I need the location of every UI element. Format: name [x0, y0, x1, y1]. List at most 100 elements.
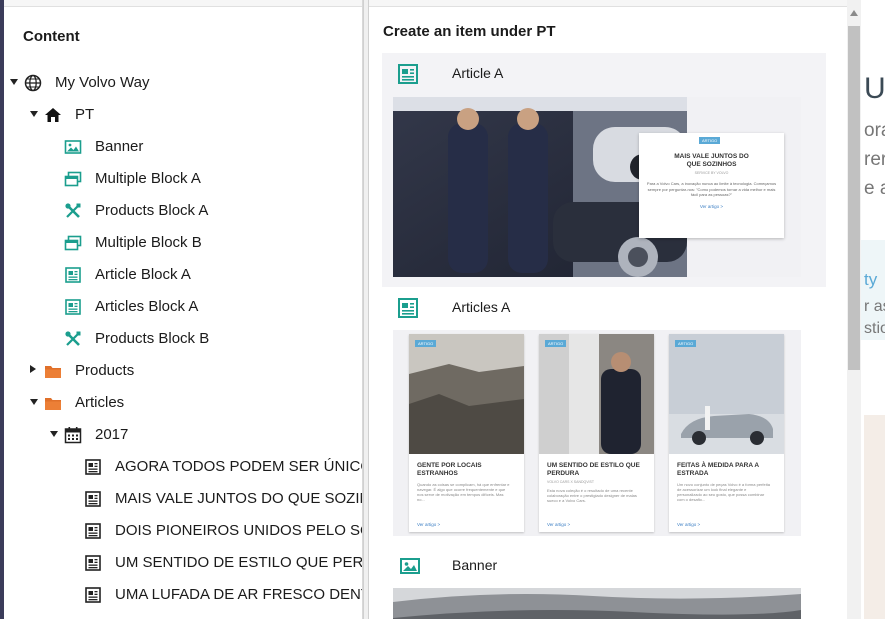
tree-node-label: PT [75, 106, 95, 123]
insert-option-label: Banner [452, 557, 498, 573]
banner-photo [393, 588, 801, 619]
tree-node-products[interactable]: Products [0, 355, 362, 387]
multi-block-icon [64, 235, 82, 251]
tree-node-label: Products [75, 362, 135, 379]
calendar-icon [64, 427, 82, 444]
scrollbar-thumb[interactable] [848, 26, 860, 370]
news-icon [85, 587, 101, 603]
article-tag: ARTIGO [699, 137, 721, 144]
article-tag: ARTIGO [545, 340, 567, 347]
multi-block-icon [64, 171, 82, 187]
article-card-subtitle: SERVICE BY VOLVO [694, 171, 729, 175]
article-tag: ARTIGO [415, 340, 437, 347]
tree-node-products-block-b[interactable]: Products Block B [0, 323, 362, 355]
articles-a-preview: ARTIGO GENTE POR LOCAIS ESTRANHOS Quando… [393, 330, 801, 536]
tree-node-agora-todos-podem-ser-nicos[interactable]: AGORA TODOS PODEM SER ÚNICOS [0, 451, 363, 483]
home-icon [45, 108, 61, 122]
article-card-title: MAIS VALE JUNTOS DO QUE SOZINHOS [674, 153, 749, 168]
article-icon [398, 64, 418, 84]
collapse-caret-icon[interactable] [30, 399, 38, 405]
news-icon [85, 555, 101, 571]
article-card-link: Ver artigo > [677, 522, 701, 527]
article-card-title: GENTE POR LOCAIS ESTRANHOS [417, 462, 482, 477]
article-card: ARTIGO UM SENTIDO DE ESTILO QUE PERDURA … [539, 334, 654, 532]
collapse-caret-icon[interactable] [50, 431, 58, 437]
tools-icon [65, 203, 81, 218]
tree-node-label: Articles Block A [95, 298, 199, 315]
tree-node-label: Products Block A [95, 202, 209, 219]
content-heading: Content [23, 28, 80, 45]
article-icon [65, 267, 81, 283]
collapse-caret-icon[interactable] [10, 79, 18, 85]
background-text-fragment: rerv [864, 149, 885, 170]
tree-node-uma-lufada-de-ar-fresco-dentro[interactable]: UMA LUFADA DE AR FRESCO DENTRO [0, 579, 362, 611]
article-card-body: Quando as coisas se complicam, há que en… [417, 482, 510, 502]
tree-node-label: Article Block A [95, 266, 191, 283]
article-card: ARTIGO FEITAS À MEDIDA PARA A ESTRADA Um… [669, 334, 784, 532]
scroll-up-icon[interactable] [850, 10, 858, 16]
tree-node-multiple-block-a[interactable]: Multiple Block A [0, 163, 362, 195]
insert-option-header: Banner [382, 545, 826, 585]
tree-node-label: Multiple Block B [95, 234, 202, 251]
article-icon [398, 298, 418, 318]
globe-icon [24, 74, 42, 92]
background-page-edge: U ora rerv e a ty r as stio [861, 0, 885, 619]
insert-options-dialog: Create an item under PT Article A ARTIGO… [369, 0, 847, 619]
tree-node-dois-pioneiros-unidos-pelo-som[interactable]: DOIS PIONEIROS UNIDOS PELO SOM [0, 515, 363, 547]
news-icon [85, 459, 101, 475]
tree-node-label: UMA LUFADA DE AR FRESCO DENTRO [115, 586, 362, 603]
article-card-link: Ver artigo > [699, 203, 724, 209]
tree-node-articles[interactable]: Articles [0, 387, 362, 419]
banner-preview [393, 588, 801, 619]
insert-option-label: Articles A [452, 299, 511, 315]
app-root: Content My Volvo Way PT Banner Multiple Blo… [0, 0, 885, 619]
tree-node-label: My Volvo Way [55, 74, 150, 91]
article-card-body: Um novo conjunto de peças Volvo é a form… [677, 482, 770, 502]
article-card-link: Ver artigo > [417, 522, 441, 527]
tree-node-label: AGORA TODOS PODEM SER ÚNICOS [115, 458, 363, 475]
article-tag: ARTIGO [675, 340, 697, 347]
tree-node-2017[interactable]: 2017 [0, 419, 362, 451]
article-a-preview: ARTIGO MAIS VALE JUNTOS DO QUE SOZINHOS … [393, 97, 801, 277]
content-tree-panel: Content My Volvo Way PT Banner Multiple Blo… [0, 0, 363, 619]
tree-node-my-volvo-way[interactable]: My Volvo Way [0, 67, 362, 99]
content-tree: My Volvo Way PT Banner Multiple Block A Prod… [0, 67, 363, 611]
tree-node-label: Products Block B [95, 330, 210, 347]
insert-option-articles-a[interactable]: Articles A ARTIGO GENTE POR LOCAIS ESTRA… [382, 287, 826, 545]
tree-node-um-sentido-de-estilo-que-perdura[interactable]: UM SENTIDO DE ESTILO QUE PERDURA [0, 547, 363, 579]
tree-node-articles-block-a[interactable]: Articles Block A [0, 291, 362, 323]
insert-option-header: Articles A [382, 287, 826, 327]
tree-node-multiple-block-b[interactable]: Multiple Block B [0, 227, 362, 259]
tree-node-label: Banner [95, 138, 144, 155]
background-text-fragment: stio [864, 320, 885, 337]
collapse-caret-icon[interactable] [30, 111, 38, 117]
insert-option-article-a[interactable]: Article A ARTIGO MAIS VALE JUNTOS DO QUE… [382, 53, 826, 287]
tree-node-label: 2017 [95, 426, 129, 443]
tree-node-article-block-a[interactable]: Article Block A [0, 259, 362, 291]
landscape-photo [409, 334, 524, 454]
article-card: ARTIGO GENTE POR LOCAIS ESTRANHOS Quando… [409, 334, 524, 532]
tree-node-pt[interactable]: PT [0, 99, 362, 131]
panel-top-bar [0, 0, 362, 7]
portrait-photo [539, 334, 654, 454]
tree-node-label: Articles [75, 394, 125, 411]
folder-icon [45, 398, 61, 410]
news-icon [85, 491, 101, 507]
insert-option-banner[interactable]: Banner [382, 545, 826, 619]
car-photo [669, 334, 784, 454]
dialog-scrollbar[interactable] [847, 0, 861, 619]
folder-icon [45, 366, 61, 378]
background-text-fragment: r as [864, 298, 885, 315]
article-card-body: Para a Volvo Cars, a inovação nunca ao l… [646, 181, 777, 197]
background-text-fragment: e a [864, 178, 885, 199]
insert-option-header: Article A [382, 53, 826, 93]
tree-node-banner[interactable]: Banner [0, 131, 362, 163]
article-card-subtitle: VOLVO CARS X SANDQVIST [547, 480, 595, 484]
tree-node-products-block-a[interactable]: Products Block A [0, 195, 362, 227]
tree-node-label: UM SENTIDO DE ESTILO QUE PERDURA [115, 554, 363, 571]
tree-node-mais-vale-juntos-do-que-sozinhos[interactable]: MAIS VALE JUNTOS DO QUE SOZINHOS [0, 483, 362, 515]
expand-caret-icon[interactable] [30, 365, 36, 373]
tree-node-label: DOIS PIONEIROS UNIDOS PELO SOM [115, 522, 363, 539]
tools-icon [65, 331, 81, 346]
tree-node-label: MAIS VALE JUNTOS DO QUE SOZINHOS [115, 490, 362, 507]
